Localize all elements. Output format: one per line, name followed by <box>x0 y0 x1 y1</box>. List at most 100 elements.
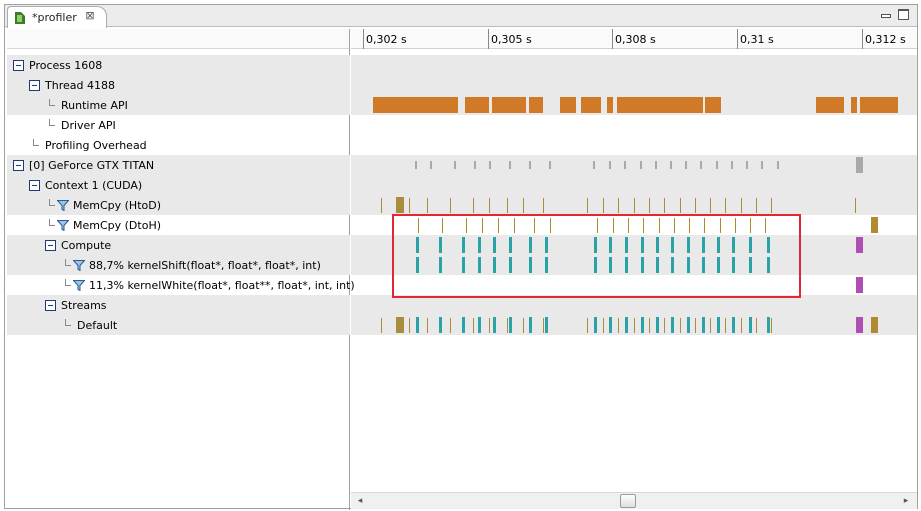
overhead-marker[interactable] <box>655 161 657 169</box>
default-stream-bar[interactable] <box>509 317 512 333</box>
default-stream-bar[interactable] <box>462 317 465 333</box>
tree-row[interactable]: Profiling Overhead <box>7 135 350 155</box>
memcpy-htod-bar[interactable] <box>507 198 508 213</box>
tree-row[interactable]: Streams <box>7 295 350 315</box>
default-stream-bar[interactable] <box>695 318 696 333</box>
runtime-api-bar[interactable] <box>816 97 844 113</box>
memcpy-htod-bar[interactable] <box>523 198 524 213</box>
memcpy-htod-bar[interactable] <box>756 198 757 213</box>
overhead-marker[interactable] <box>716 161 718 169</box>
runtime-api-bar[interactable] <box>428 97 430 113</box>
timeline-lane[interactable] <box>351 155 917 175</box>
tree-row[interactable]: Driver API <box>7 115 350 135</box>
tree-row[interactable]: Compute <box>7 235 350 255</box>
memcpy-htod-bar[interactable] <box>473 198 474 213</box>
default-stream-bar[interactable] <box>749 317 752 333</box>
default-stream-bar[interactable] <box>396 317 404 333</box>
default-stream-bar[interactable] <box>871 317 878 333</box>
memcpy-htod-bar[interactable] <box>409 198 410 213</box>
default-stream-bar[interactable] <box>594 317 597 333</box>
default-stream-bar[interactable] <box>587 318 588 333</box>
default-stream-bar[interactable] <box>439 317 442 333</box>
timeline-lane[interactable] <box>351 295 917 315</box>
memcpy-htod-bar[interactable] <box>771 198 772 213</box>
minimize-icon[interactable] <box>879 8 891 20</box>
default-stream-bar[interactable] <box>741 318 742 333</box>
kernel-white-bar[interactable] <box>856 237 863 253</box>
memcpy-htod-bar[interactable] <box>603 198 604 213</box>
default-stream-bar[interactable] <box>493 317 496 333</box>
default-stream-bar[interactable] <box>641 317 644 333</box>
tree-row[interactable]: MemCpy (DtoH) <box>7 215 350 235</box>
overhead-marker[interactable] <box>430 161 432 169</box>
overhead-marker[interactable] <box>685 161 687 169</box>
memcpy-htod-bar[interactable] <box>634 198 635 213</box>
default-stream-bar[interactable] <box>450 318 451 333</box>
runtime-api-bar[interactable] <box>465 97 489 113</box>
default-stream-bar[interactable] <box>427 318 428 333</box>
default-stream-bar[interactable] <box>603 318 604 333</box>
overhead-marker[interactable] <box>731 161 733 169</box>
tab-profiler[interactable]: *profiler ⊠ <box>7 6 107 28</box>
memcpy-htod-bar[interactable] <box>710 198 711 213</box>
runtime-api-bar[interactable] <box>851 97 857 113</box>
default-stream-bar[interactable] <box>609 317 612 333</box>
tree-row[interactable]: Process 1608 <box>7 55 350 75</box>
scroll-thumb[interactable] <box>620 494 636 508</box>
tree-row[interactable]: 11,3% kernelWhite(float*, float**, float… <box>7 275 355 295</box>
overhead-marker[interactable] <box>609 161 611 169</box>
collapse-icon[interactable] <box>13 160 24 171</box>
runtime-api-bar[interactable] <box>617 97 703 113</box>
overhead-marker[interactable] <box>593 161 595 169</box>
tree-row[interactable]: MemCpy (HtoD) <box>7 195 350 215</box>
overhead-marker[interactable] <box>454 161 456 169</box>
default-stream-bar[interactable] <box>767 317 770 333</box>
default-stream-bar[interactable] <box>725 318 726 333</box>
memcpy-htod-bar[interactable] <box>587 198 588 213</box>
memcpy-htod-bar[interactable] <box>741 198 742 213</box>
timeline-lane[interactable] <box>351 55 917 75</box>
default-stream-bar[interactable] <box>771 318 772 333</box>
overhead-marker[interactable] <box>489 161 491 169</box>
timeline-lane[interactable] <box>351 195 917 215</box>
memcpy-htod-bar[interactable] <box>450 198 451 213</box>
collapse-icon[interactable] <box>45 300 56 311</box>
memcpy-htod-bar[interactable] <box>649 198 650 213</box>
default-stream-bar[interactable] <box>507 318 508 333</box>
overhead-marker[interactable] <box>746 161 748 169</box>
horizontal-scrollbar[interactable]: ◂ ▸ <box>351 492 917 509</box>
default-stream-bar[interactable] <box>680 318 681 333</box>
default-stream-bar[interactable] <box>529 317 532 333</box>
default-stream-bar[interactable] <box>702 317 705 333</box>
filter-icon[interactable] <box>73 260 85 271</box>
overhead-marker[interactable] <box>549 161 551 169</box>
default-stream-bar[interactable] <box>732 317 735 333</box>
runtime-api-bar[interactable] <box>529 97 543 113</box>
default-stream-bar[interactable] <box>409 318 410 333</box>
timeline-lane[interactable] <box>351 95 917 115</box>
runtime-api-bar[interactable] <box>492 97 526 113</box>
collapse-icon[interactable] <box>45 240 56 251</box>
memcpy-htod-bar[interactable] <box>664 198 665 213</box>
default-stream-bar[interactable] <box>381 318 382 333</box>
maximize-icon[interactable] <box>897 8 909 20</box>
default-stream-bar[interactable] <box>545 317 548 333</box>
default-stream-bar[interactable] <box>756 318 757 333</box>
default-stream-bar[interactable] <box>649 318 650 333</box>
default-stream-bar[interactable] <box>416 317 419 333</box>
default-stream-bar[interactable] <box>625 317 628 333</box>
overhead-marker[interactable] <box>761 161 763 169</box>
default-stream-bar[interactable] <box>634 318 635 333</box>
filter-icon[interactable] <box>57 220 69 231</box>
overhead-marker[interactable] <box>670 161 672 169</box>
tree-row[interactable]: Thread 4188 <box>7 75 350 95</box>
tree-row[interactable]: [0] GeForce GTX TITAN <box>7 155 350 175</box>
default-stream-bar[interactable] <box>656 317 659 333</box>
runtime-api-bar[interactable] <box>607 97 613 113</box>
overhead-marker[interactable] <box>529 161 531 169</box>
memcpy-htod-bar[interactable] <box>855 198 856 213</box>
runtime-api-bar[interactable] <box>432 97 458 113</box>
timeline-lane[interactable] <box>351 135 917 155</box>
overhead-marker[interactable] <box>624 161 626 169</box>
runtime-api-bar[interactable] <box>581 97 601 113</box>
